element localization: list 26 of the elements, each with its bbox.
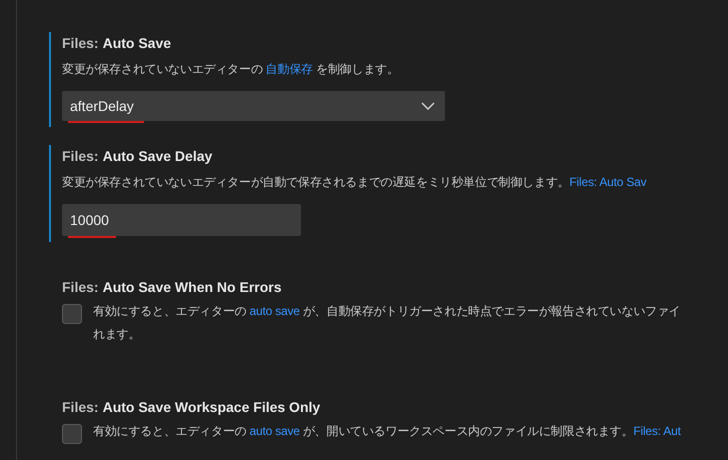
description-text: が、開いているワークスペース内のファイルに制限されます。 — [302, 423, 634, 440]
description-text: が、自動保存がトリガーされた時点でエラーが報告されていないファイ — [302, 303, 681, 320]
setting-title: Auto Save Workspace Files Only — [102, 398, 320, 417]
setting-link[interactable]: Files: Aut — [633, 420, 681, 443]
description-text: れます。 — [93, 326, 140, 343]
setting-title: Auto Save Delay — [102, 147, 212, 166]
description-text: 有効にすると、エディターの — [93, 423, 248, 440]
setting-link[interactable]: 自動保存 — [266, 58, 313, 81]
chevron-down-icon — [421, 102, 435, 110]
number-input[interactable]: 10000 — [62, 204, 301, 236]
setting-category: Files: — [62, 278, 99, 297]
description-text: 有効にすると、エディターの — [93, 303, 248, 320]
checkbox[interactable] — [62, 304, 82, 324]
description-text: 変更が保存されていないエディターの — [62, 61, 264, 78]
setting-title: Auto Save — [102, 34, 172, 53]
setting-category: Files: — [62, 398, 99, 417]
setting-title: Auto Save When No Errors — [102, 278, 282, 297]
setting-category: Files: — [62, 34, 99, 53]
setting-category: Files: — [62, 147, 99, 166]
setting-link[interactable]: Files: Auto Sav — [569, 171, 646, 194]
description-text: を制御します。 — [315, 61, 399, 78]
dropdown[interactable]: afterDelay — [62, 91, 445, 121]
description-text: 変更が保存されていないエディターが自動で保存されるまでの遅延をミリ秒単位で制御します。 — [62, 174, 570, 191]
checkbox[interactable] — [62, 424, 82, 444]
setting-link[interactable]: auto save — [250, 420, 300, 443]
setting-link[interactable]: auto save — [250, 300, 300, 323]
